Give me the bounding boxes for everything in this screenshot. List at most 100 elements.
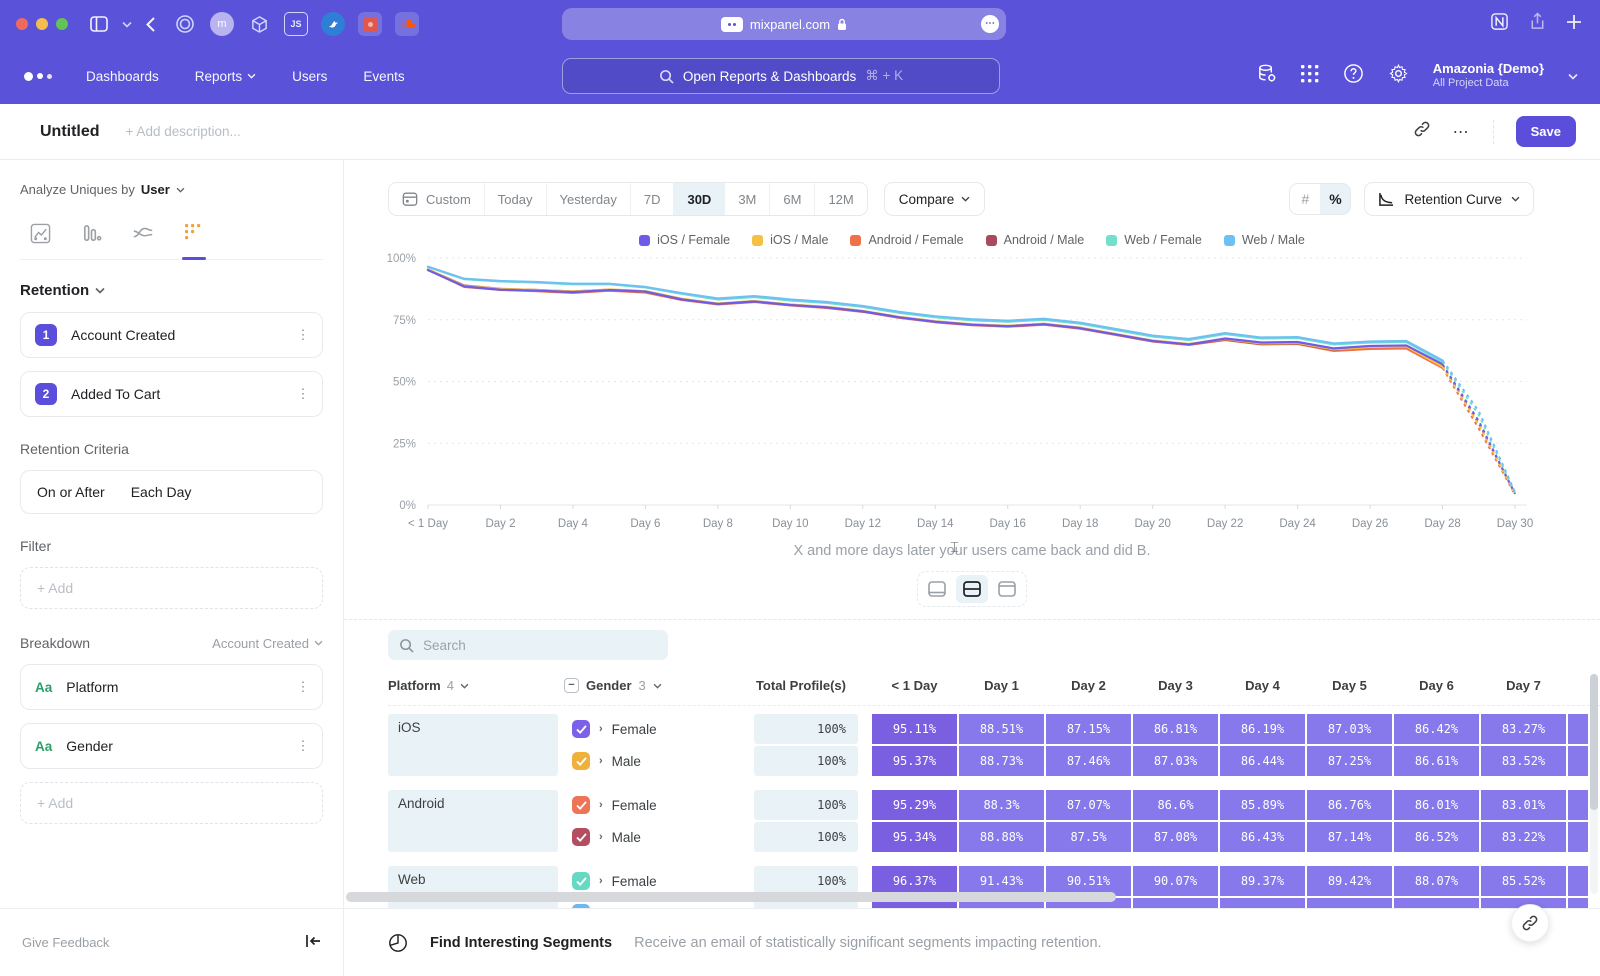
expand-chevron-icon[interactable]: › bbox=[599, 755, 603, 767]
hscroll-thumb[interactable] bbox=[346, 892, 1116, 902]
range-button-6m[interactable]: 6M bbox=[770, 183, 815, 215]
retention-value-cell[interactable]: 95.34% bbox=[872, 822, 957, 852]
find-segments-title[interactable]: Find Interesting Segments bbox=[430, 935, 612, 951]
retention-value-cell[interactable]: 87.15% bbox=[1046, 714, 1131, 744]
range-button-custom[interactable]: Custom bbox=[389, 183, 485, 215]
extension-js-icon[interactable]: JS bbox=[284, 12, 308, 36]
tab-flow-icon[interactable] bbox=[128, 215, 158, 259]
vscroll-thumb[interactable] bbox=[1590, 674, 1598, 810]
retention-value-cell[interactable]: 88.51% bbox=[959, 714, 1044, 744]
retention-step-card[interactable]: 1 Account Created ⋮ bbox=[20, 312, 323, 358]
day-column-header[interactable]: < 1 Day bbox=[872, 678, 957, 693]
tab-retention-icon[interactable] bbox=[180, 215, 208, 259]
kebab-menu-icon[interactable]: ⋮ bbox=[296, 685, 310, 689]
retention-value-cell[interactable]: 87.08% bbox=[1133, 822, 1218, 852]
give-feedback-link[interactable]: Give Feedback bbox=[22, 935, 109, 950]
retention-value-cell[interactable]: 87.5% bbox=[1046, 822, 1131, 852]
tab-bar-chart-icon[interactable] bbox=[77, 215, 106, 259]
retention-value-cell[interactable]: 85.89% bbox=[1220, 790, 1305, 820]
expand-chevron-icon[interactable]: › bbox=[599, 875, 603, 887]
retention-value-cell[interactable]: 95.37% bbox=[872, 746, 957, 776]
extension-target-icon[interactable] bbox=[173, 12, 197, 36]
retention-value-cell[interactable]: 86.43% bbox=[1220, 822, 1305, 852]
nav-dashboards[interactable]: Dashboards bbox=[86, 69, 159, 84]
expand-chevron-icon[interactable]: › bbox=[599, 831, 603, 843]
chart-type-dropdown[interactable]: Retention Curve bbox=[1364, 182, 1534, 216]
expand-chevron-icon[interactable]: › bbox=[599, 907, 603, 908]
series-checkbox[interactable] bbox=[572, 720, 590, 738]
nav-reports[interactable]: Reports bbox=[195, 69, 256, 84]
retention-value-cell[interactable]: 86.61% bbox=[1394, 746, 1479, 776]
notion-icon[interactable] bbox=[1490, 12, 1509, 36]
day-column-header[interactable]: Day 4 bbox=[1220, 678, 1305, 693]
extension-avatar-icon[interactable]: m bbox=[210, 12, 234, 36]
find-segments-bar[interactable]: Find Interesting Segments Receive an ema… bbox=[344, 908, 1600, 976]
retention-value-cell[interactable]: 86.81% bbox=[1133, 714, 1218, 744]
settings-gear-icon[interactable] bbox=[1388, 63, 1409, 89]
extension-soundcloud-icon[interactable] bbox=[395, 12, 419, 36]
analyze-value[interactable]: User bbox=[141, 182, 170, 197]
expand-chevron-icon[interactable]: › bbox=[599, 799, 603, 811]
total-profiles-header[interactable]: Total Profile(s) bbox=[754, 678, 858, 693]
retention-step-card[interactable]: 2 Added To Cart ⋮ bbox=[20, 371, 323, 417]
range-button-30d[interactable]: 30D bbox=[674, 183, 725, 215]
apps-grid-icon[interactable] bbox=[1301, 65, 1319, 88]
nav-users[interactable]: Users bbox=[292, 69, 327, 84]
retention-value-cell[interactable]: 87.14% bbox=[1307, 822, 1392, 852]
tab-line-chart-icon[interactable] bbox=[26, 215, 55, 259]
kebab-menu-icon[interactable]: ⋮ bbox=[296, 744, 310, 748]
platform-column-header[interactable]: Platform 4 bbox=[388, 678, 564, 693]
retention-value-cell[interactable]: 86.76% bbox=[1307, 790, 1392, 820]
series-checkbox[interactable] bbox=[572, 828, 590, 846]
criteria-mode[interactable]: On or After bbox=[37, 484, 105, 500]
breakdown-add-button[interactable]: + Add bbox=[20, 782, 323, 824]
series-checkbox[interactable] bbox=[572, 872, 590, 890]
chart-only-view-button[interactable] bbox=[921, 575, 953, 603]
gender-column-header[interactable]: − Gender 3 bbox=[564, 678, 754, 693]
retention-value-cell[interactable]: 86.42% bbox=[1394, 714, 1479, 744]
extension-red-app-icon[interactable] bbox=[358, 12, 382, 36]
criteria-interval[interactable]: Each Day bbox=[131, 484, 192, 500]
range-button-yesterday[interactable]: Yesterday bbox=[547, 183, 631, 215]
retention-value-cell[interactable]: 87.03% bbox=[1307, 714, 1392, 744]
copy-link-icon[interactable] bbox=[1413, 120, 1431, 143]
retention-value-cell[interactable]: 87.03% bbox=[1133, 746, 1218, 776]
series-checkbox[interactable] bbox=[572, 904, 590, 908]
series-checkbox[interactable] bbox=[572, 752, 590, 770]
range-button-3m[interactable]: 3M bbox=[725, 183, 770, 215]
global-search[interactable]: Open Reports & Dashboards ⌘ + K bbox=[562, 58, 1000, 94]
day-column-header[interactable]: Day 5 bbox=[1307, 678, 1392, 693]
day-column-header[interactable]: Day 3 bbox=[1133, 678, 1218, 693]
window-minimize-button[interactable] bbox=[36, 18, 48, 30]
retention-value-cell[interactable]: 88.88% bbox=[959, 822, 1044, 852]
browser-sidebar-icon[interactable] bbox=[90, 16, 108, 32]
save-button[interactable]: Save bbox=[1516, 116, 1576, 147]
retention-value-cell[interactable]: 86.19% bbox=[1220, 714, 1305, 744]
data-management-icon[interactable] bbox=[1256, 63, 1277, 89]
split-view-button[interactable] bbox=[956, 575, 988, 603]
retention-value-cell[interactable]: 83.27% bbox=[1481, 714, 1566, 744]
url-more-icon[interactable]: ⋯ bbox=[981, 15, 999, 33]
range-button-today[interactable]: Today bbox=[485, 183, 547, 215]
legend-item[interactable]: Android / Female bbox=[850, 232, 963, 248]
filter-add-button[interactable]: + Add bbox=[20, 567, 323, 609]
vertical-scrollbar[interactable] bbox=[1590, 674, 1598, 894]
extension-cube-icon[interactable] bbox=[247, 12, 271, 36]
retention-value-cell[interactable]: 83.22% bbox=[1481, 822, 1566, 852]
table-only-view-button[interactable] bbox=[991, 575, 1023, 603]
retention-line-chart[interactable]: 100%75%50%25%0%< 1 DayDay 2Day 4Day 6Day… bbox=[344, 248, 1599, 533]
kebab-menu-icon[interactable]: ⋮ bbox=[296, 333, 310, 337]
extension-bird-icon[interactable] bbox=[321, 12, 345, 36]
retention-value-cell[interactable]: 87.07% bbox=[1046, 790, 1131, 820]
legend-item[interactable]: Android / Male bbox=[986, 232, 1085, 248]
retention-value-cell[interactable]: 86.01% bbox=[1394, 790, 1479, 820]
day-column-header[interactable]: Day 1 bbox=[959, 678, 1044, 693]
nav-events[interactable]: Events bbox=[363, 69, 404, 84]
more-options-icon[interactable]: ⋯ bbox=[1453, 122, 1471, 142]
retention-value-cell[interactable]: 83.52% bbox=[1481, 746, 1566, 776]
percent-unit-button[interactable]: % bbox=[1320, 184, 1350, 214]
back-button[interactable] bbox=[146, 17, 155, 32]
breakdown-card-gender[interactable]: Aa Gender ⋮ bbox=[20, 723, 323, 769]
report-title[interactable]: Untitled bbox=[40, 123, 100, 141]
legend-item[interactable]: Web / Male bbox=[1224, 232, 1305, 248]
